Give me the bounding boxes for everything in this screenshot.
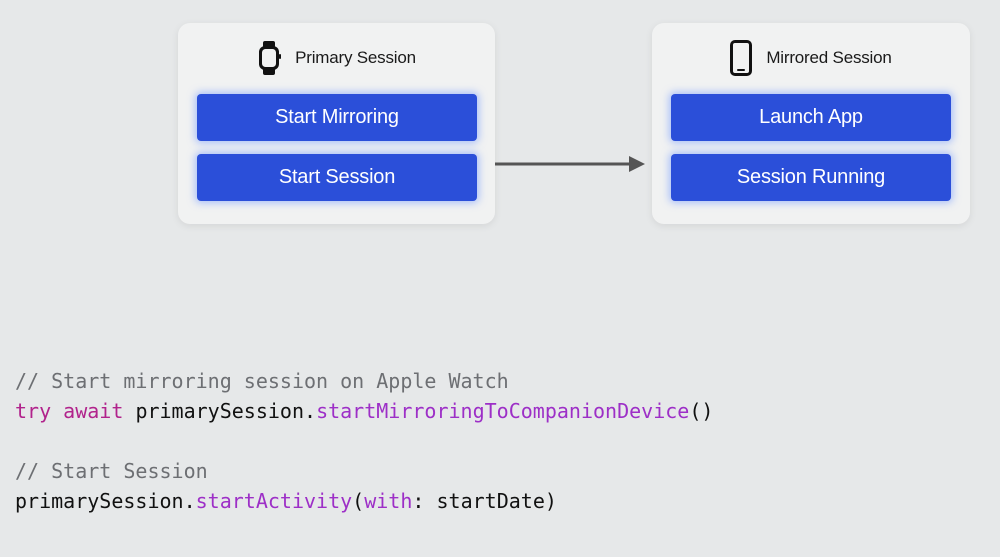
code-method: startActivity — [195, 489, 353, 513]
mirrored-session-title: Mirrored Session — [766, 48, 892, 67]
launch-app-button[interactable]: Launch App — [671, 94, 951, 141]
code-comment-session: // Start Session — [15, 459, 208, 483]
code-line-start-activity: primarySession.startActivity(with: start… — [15, 489, 557, 513]
flow-arrow — [495, 156, 645, 172]
mirrored-session-header: Mirrored Session — [652, 40, 970, 76]
start-mirroring-button[interactable]: Start Mirroring — [197, 94, 477, 141]
code-line-start-mirroring: try await primarySession.startMirroringT… — [15, 399, 714, 423]
session-running-button[interactable]: Session Running — [671, 154, 951, 201]
apple-watch-icon — [257, 40, 282, 76]
start-session-button[interactable]: Start Session — [197, 154, 477, 201]
keyword-try: try — [15, 399, 52, 423]
mirrored-session-card: Mirrored Session Launch App Session Runn… — [652, 23, 970, 224]
code-object: primarySession — [135, 399, 305, 423]
code-comment-mirroring: // Start mirroring session on Apple Watc… — [15, 369, 509, 393]
keyword-await: await — [63, 399, 124, 423]
primary-session-title: Primary Session — [295, 48, 416, 67]
code-argument: startDate — [436, 489, 545, 513]
code-param-label: with — [364, 489, 413, 513]
code-object: primarySession — [15, 489, 184, 513]
primary-session-card: Primary Session Start Mirroring Start Se… — [178, 23, 495, 224]
code-method: startMirroringToCompanionDevice — [316, 399, 690, 423]
iphone-icon — [730, 40, 753, 76]
primary-session-header: Primary Session — [178, 40, 495, 76]
